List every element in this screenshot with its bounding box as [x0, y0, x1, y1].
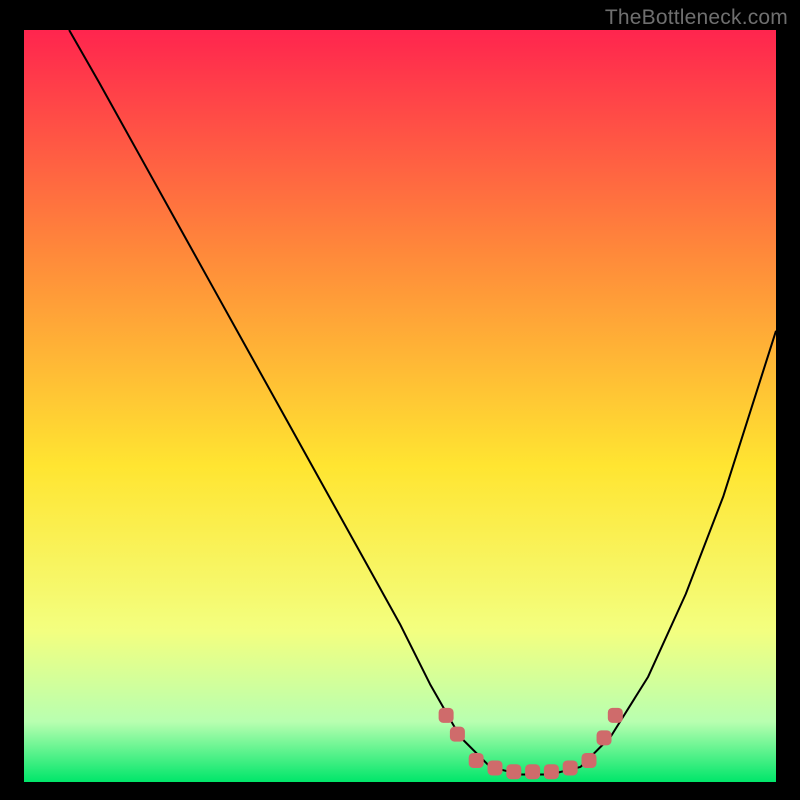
curve-marker — [526, 765, 540, 779]
curve-marker — [582, 753, 596, 767]
plot-svg — [24, 30, 776, 782]
curve-marker — [544, 765, 558, 779]
watermark-text: TheBottleneck.com — [605, 6, 788, 30]
curve-marker — [488, 761, 502, 775]
chart-frame — [20, 26, 780, 786]
plot-area — [24, 30, 776, 782]
gradient-background — [24, 30, 776, 782]
curve-marker — [608, 708, 622, 722]
curve-marker — [450, 727, 464, 741]
curve-marker — [597, 731, 611, 745]
curve-marker — [439, 708, 453, 722]
curve-marker — [507, 765, 521, 779]
curve-marker — [563, 761, 577, 775]
curve-marker — [469, 753, 483, 767]
